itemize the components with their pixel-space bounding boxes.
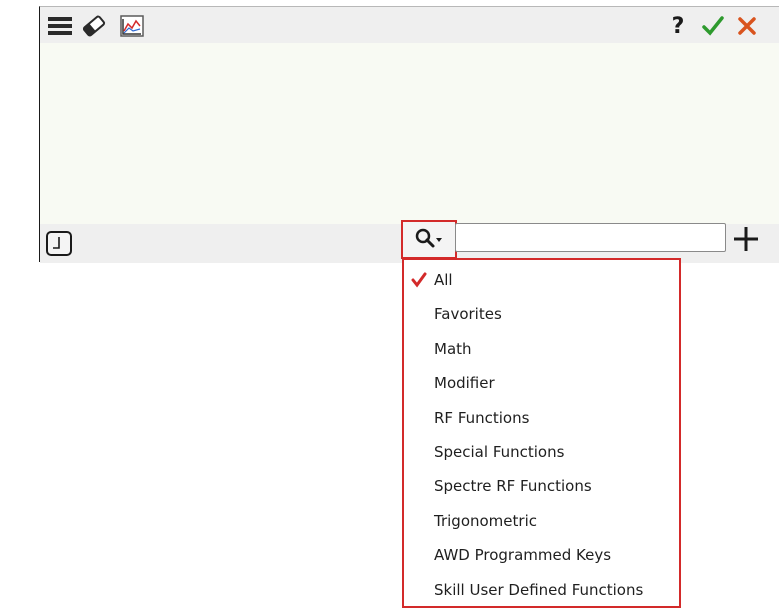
menu-item-label: Math	[434, 339, 472, 358]
menu-item-label: RF Functions	[434, 408, 530, 427]
checkmark-icon	[411, 263, 429, 297]
menu-item-special-functions[interactable]: Special Functions	[404, 435, 679, 469]
menu-item-rf-functions[interactable]: RF Functions	[404, 401, 679, 435]
search-dropdown-icon	[414, 227, 444, 253]
search-input[interactable]	[455, 223, 726, 252]
help-icon[interactable]: ?	[664, 13, 692, 39]
menu-item-label: Trigonometric	[434, 511, 537, 530]
menu-icon[interactable]	[46, 13, 74, 39]
menu-item-label: AWD Programmed Keys	[434, 546, 612, 565]
expression-edit-area[interactable]	[40, 43, 779, 224]
menu-item-label: Skill User Defined Functions	[434, 580, 644, 599]
menu-item-trigonometric[interactable]: Trigonometric	[404, 504, 679, 538]
menu-item-math[interactable]: Math	[404, 332, 679, 366]
plus-icon[interactable]	[731, 224, 761, 254]
menu-item-awd-programmed-keys[interactable]: AWD Programmed Keys	[404, 538, 679, 572]
menu-item-label: Special Functions	[434, 442, 565, 461]
chart-icon[interactable]	[118, 13, 146, 39]
eraser-icon[interactable]	[80, 13, 108, 39]
check-icon[interactable]	[699, 13, 727, 39]
search-filter-button[interactable]	[401, 220, 457, 259]
close-icon[interactable]	[733, 13, 761, 39]
toolbar: ?	[40, 7, 779, 43]
menu-item-skill-user-defined-functions[interactable]: Skill User Defined Functions	[404, 573, 679, 607]
menu-item-favorites[interactable]: Favorites	[404, 297, 679, 331]
menu-item-spectre-rf-functions[interactable]: Spectre RF Functions	[404, 469, 679, 503]
menu-item-label: Favorites	[434, 305, 502, 324]
help-label: ?	[671, 13, 685, 39]
filter-dropdown-menu: All Favorites Math Modifier RF Functions…	[402, 258, 681, 608]
clock-icon[interactable]	[46, 231, 72, 256]
menu-item-label: Spectre RF Functions	[434, 477, 592, 496]
menu-item-label: Modifier	[434, 374, 495, 393]
menu-item-modifier[interactable]: Modifier	[404, 366, 679, 400]
menu-item-label: All	[434, 271, 453, 289]
menu-item-all[interactable]: All	[404, 263, 679, 297]
